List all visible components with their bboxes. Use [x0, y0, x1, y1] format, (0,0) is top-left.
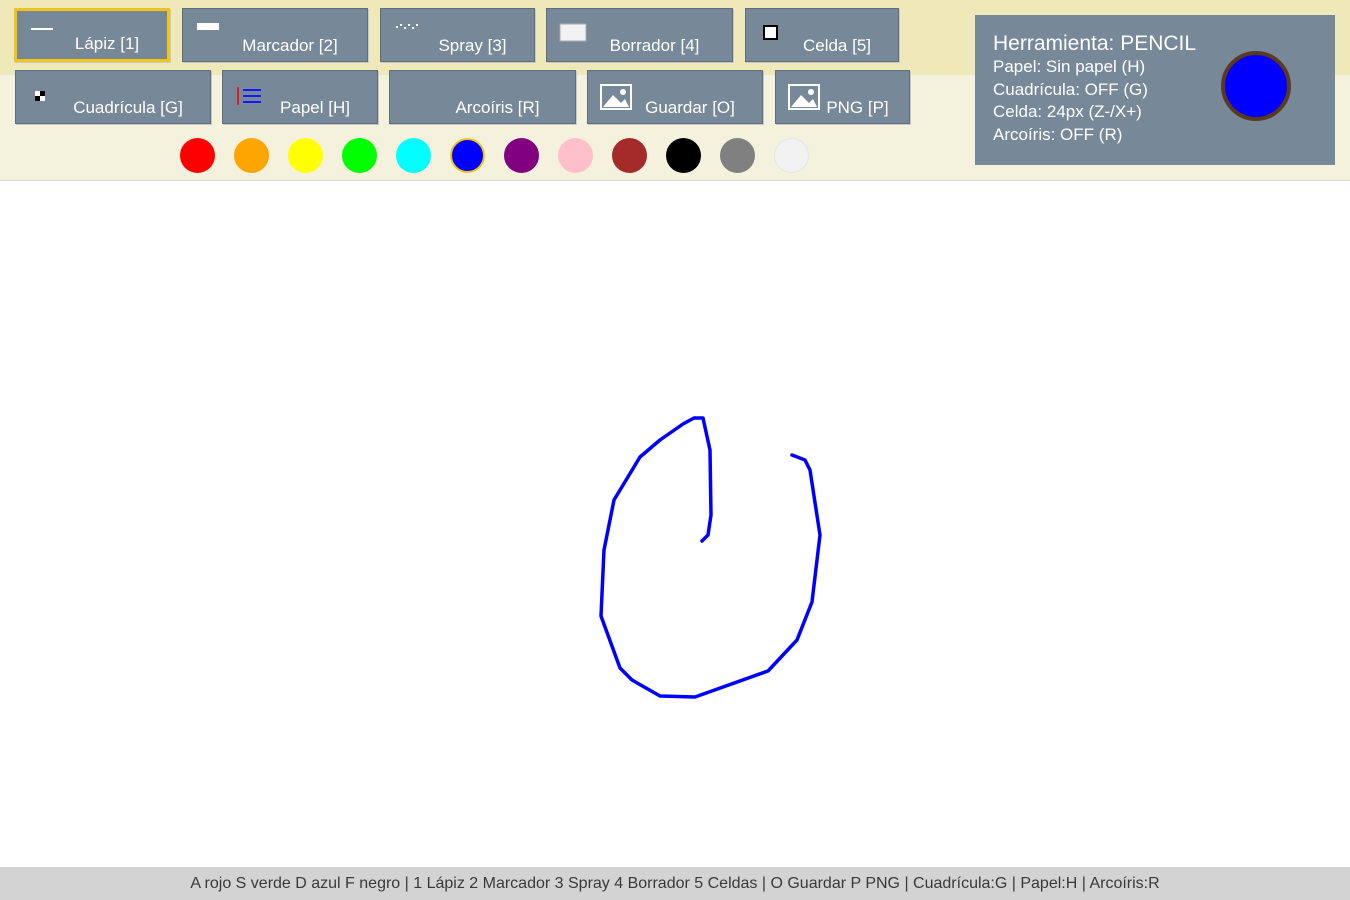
grid-toggle-label: Cuadrícula [G]	[73, 98, 183, 117]
tool-pencil-label: Lápiz [1]	[74, 34, 140, 53]
tool-marker-button[interactable]: Marcador [2]	[182, 8, 368, 62]
tool-cell-label: Celda [5]	[802, 36, 872, 55]
color-swatch[interactable]	[234, 138, 269, 173]
color-swatch[interactable]	[666, 138, 701, 173]
color-swatch[interactable]	[342, 138, 377, 173]
tool-eraser-label: Borrador [4]	[609, 36, 700, 55]
color-swatch[interactable]	[180, 138, 215, 173]
color-swatch[interactable]	[612, 138, 647, 173]
toolbar: Lápiz [1] Marcador [2] Spray [3] Borrado…	[0, 0, 1350, 181]
current-tool-text: Herramienta: PENCIL	[993, 32, 1197, 55]
save-label: Guardar [O]	[645, 98, 735, 117]
marker-bar-icon	[197, 23, 219, 30]
paper-toggle-button[interactable]: Papel [H]	[222, 70, 378, 124]
color-swatch[interactable]	[558, 138, 593, 173]
color-swatch[interactable]	[720, 138, 755, 173]
tool-pencil-button[interactable]: Lápiz [1]	[14, 8, 170, 62]
color-swatch[interactable]	[450, 138, 485, 173]
color-swatch[interactable]	[504, 138, 539, 173]
spray-dots-icon	[396, 24, 418, 29]
drawing-canvas[interactable]	[0, 181, 1350, 867]
export-png-button[interactable]: PNG [P]	[775, 70, 910, 124]
cell-size-text: Celda: 24px (Z-/X+)	[993, 102, 1142, 121]
grid-status-text: Cuadrícula: OFF (G)	[993, 80, 1148, 99]
drawn-stroke	[599, 416, 822, 699]
rainbow-toggle-label: Arcoíris [R]	[455, 98, 540, 117]
color-swatch[interactable]	[288, 138, 323, 173]
paper-status-text: Papel: Sin papel (H)	[993, 57, 1146, 76]
tool-spray-label: Spray [3]	[438, 36, 507, 55]
save-button[interactable]: Guardar [O]	[587, 70, 763, 124]
current-color-indicator	[1221, 51, 1291, 121]
color-swatch[interactable]	[396, 138, 431, 173]
status-bar: A rojo S verde D azul F negro | 1 Lápiz …	[0, 867, 1350, 900]
paper-toggle-label: Papel [H]	[280, 98, 350, 117]
tool-spray-button[interactable]: Spray [3]	[380, 8, 535, 62]
tool-cell-button[interactable]: Celda [5]	[745, 8, 899, 62]
rainbow-toggle-button[interactable]: Arcoíris [R]	[389, 70, 576, 124]
color-swatch[interactable]	[774, 138, 809, 173]
info-panel: Herramienta: PENCIL Papel: Sin papel (H)…	[975, 15, 1335, 165]
export-png-label: PNG [P]	[826, 98, 889, 117]
tool-eraser-button[interactable]: Borrador [4]	[546, 8, 733, 62]
grid-toggle-button[interactable]: Cuadrícula [G]	[15, 70, 211, 124]
tool-marker-label: Marcador [2]	[242, 36, 338, 55]
rainbow-status-text: Arcoíris: OFF (R)	[993, 125, 1123, 144]
